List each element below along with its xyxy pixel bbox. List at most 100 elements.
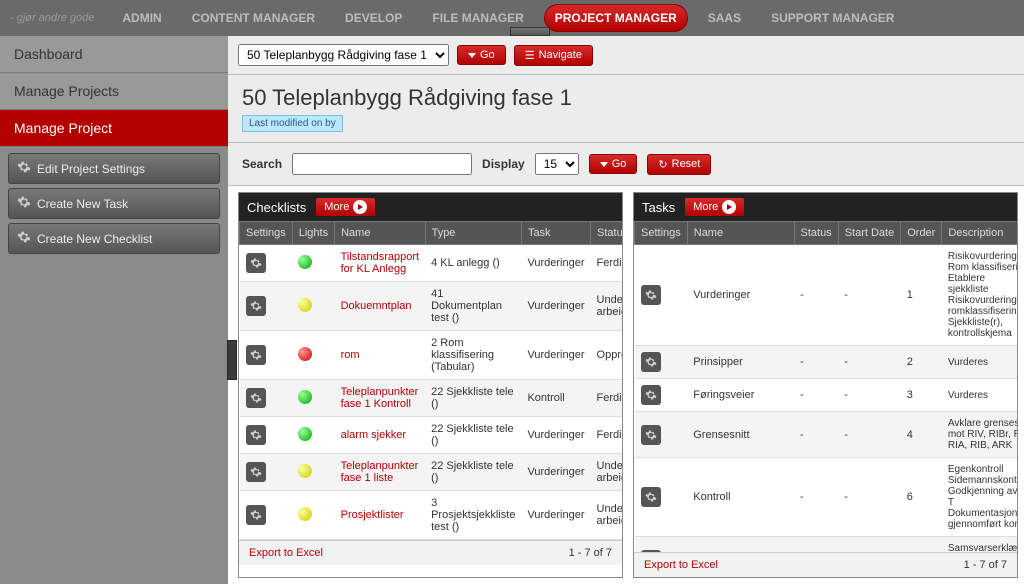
col-header[interactable]: Name: [335, 222, 425, 245]
checklist-name-link[interactable]: Dokuemntplan: [341, 300, 412, 312]
action-edit-project-settings[interactable]: Edit Project Settings: [8, 153, 220, 184]
row-settings-button[interactable]: [641, 487, 661, 507]
cell-start: -: [838, 346, 901, 379]
cell-order: 6: [901, 458, 942, 537]
cell-desc: Avklare grensesn mot RIV, RIBr, RI RIA, …: [942, 412, 1017, 458]
row-settings-button[interactable]: [246, 296, 266, 316]
row-settings-button[interactable]: [641, 385, 661, 405]
cell-status: Under arbeid: [591, 282, 622, 331]
row-settings-button[interactable]: [246, 505, 266, 525]
main-content: 50 Teleplanbygg Rådgiving fase 1 Go ☰Nav…: [228, 36, 1024, 584]
project-select[interactable]: 50 Teleplanbygg Rådgiving fase 1: [238, 44, 449, 66]
nav-content-manager[interactable]: CONTENT MANAGER: [182, 5, 325, 31]
cell-start: -: [838, 458, 901, 537]
row-settings-button[interactable]: [246, 345, 266, 365]
sidebar-item-manage-projects[interactable]: Manage Projects: [0, 73, 228, 110]
go-button[interactable]: Go: [457, 45, 506, 65]
cell-start: -: [838, 379, 901, 412]
tasks-export-link[interactable]: Export to Excel: [644, 559, 718, 571]
tasks-panel: Tasks More SettingsNameStatusStart DateO…: [633, 192, 1018, 578]
checklist-name-link[interactable]: Prosjektlister: [341, 509, 404, 521]
row-settings-button[interactable]: [246, 388, 266, 408]
cell-type: 22 Sjekkliste tele (): [425, 454, 521, 491]
nav-admin[interactable]: ADMIN: [112, 5, 171, 31]
col-header[interactable]: Settings: [635, 222, 688, 245]
cell-task: Vurderinger: [521, 417, 590, 454]
checklist-name-link[interactable]: Teleplanpunkter fase 1 liste: [341, 460, 419, 484]
col-header[interactable]: Order: [901, 222, 942, 245]
navigate-button[interactable]: ☰Navigate: [514, 45, 593, 66]
checklist-name-link[interactable]: alarm sjekker: [341, 429, 406, 441]
cell-desc: Vurderes: [942, 346, 1017, 379]
cell-status: Ferdig: [591, 417, 622, 454]
col-header[interactable]: Lights: [292, 222, 334, 245]
sidebar-item-dashboard[interactable]: Dashboard: [0, 36, 228, 73]
checklists-title: Checklists: [247, 200, 306, 215]
status-light-icon: [298, 347, 312, 361]
table-row: Kontroll--6Egenkontroll Sidemannskontro …: [635, 458, 1018, 537]
table-row: Dokuemntplan41 Dokumentplan test ()Vurde…: [240, 282, 623, 331]
checklist-name-link[interactable]: rom: [341, 349, 360, 361]
row-settings-button[interactable]: [246, 462, 266, 482]
col-header[interactable]: Type: [425, 222, 521, 245]
table-row: Prinsipper--2Vurderes: [635, 346, 1018, 379]
row-settings-button[interactable]: [246, 425, 266, 445]
arrow-right-icon: [353, 200, 367, 214]
nav-project-manager[interactable]: PROJECT MANAGER: [544, 4, 688, 32]
cell-desc: Risikovurdering Rom klassifiserin Etable…: [942, 245, 1017, 346]
col-header[interactable]: Start Date: [838, 222, 901, 245]
display-select[interactable]: 15: [535, 153, 579, 175]
sidebar-actions: Edit Project Settings Create New Task Crea…: [0, 147, 228, 260]
col-header[interactable]: Task: [521, 222, 590, 245]
search-go-button[interactable]: Go: [589, 154, 638, 174]
reset-button[interactable]: ↻Reset: [647, 154, 711, 175]
cell-status: -: [794, 245, 838, 346]
arrow-icon: [468, 53, 476, 58]
cell-order: 1: [901, 245, 942, 346]
row-settings-button[interactable]: [641, 352, 661, 372]
panel-minimize-handle[interactable]: [510, 27, 550, 36]
cell-status: Under arbeid: [591, 454, 622, 491]
cell-type: 4 KL anlegg (): [425, 245, 521, 282]
table-row: Prosjektlister 3 Prosjektsjekkliste test …: [240, 491, 623, 540]
cell-status: -: [794, 379, 838, 412]
table-row: rom 2 Rom klassifisering (Tabular)Vurderi…: [240, 331, 623, 380]
table-row: Teleplanpunkter fase 1 Kontroll22 Sjekkl…: [240, 380, 623, 417]
checklist-name-link[interactable]: Teleplanpunkter fase 1 Kontroll: [341, 386, 419, 410]
sidebar-item-manage-project[interactable]: Manage Project: [0, 110, 228, 147]
nav-develop[interactable]: DEVELOP: [335, 5, 412, 31]
col-header[interactable]: Status: [794, 222, 838, 245]
tasks-title: Tasks: [642, 200, 675, 215]
col-header[interactable]: Name: [687, 222, 794, 245]
sidebar-collapse-handle[interactable]: [227, 340, 237, 380]
row-settings-button[interactable]: [641, 285, 661, 305]
cell-type: 22 Sjekkliste tele (): [425, 417, 521, 454]
checklist-name-link[interactable]: Tilstandsrapport for KL Anlegg: [341, 251, 419, 275]
cell-order: 4: [901, 412, 942, 458]
status-light-icon: [298, 427, 312, 441]
checklists-export-link[interactable]: Export to Excel: [249, 547, 323, 559]
row-settings-button[interactable]: [641, 425, 661, 445]
cell-status: Ferdig: [591, 380, 622, 417]
tasks-more-button[interactable]: More: [685, 198, 744, 216]
cell-status: Under arbeid: [591, 491, 622, 540]
cell-type: 3 Prosjektsjekkliste test (): [425, 491, 521, 540]
table-row: alarm sjekker 22 Sjekkliste tele ()Vurder…: [240, 417, 623, 454]
action-create-new-task[interactable]: Create New Task: [8, 188, 220, 219]
row-settings-button[interactable]: [246, 253, 266, 273]
nav-support-manager[interactable]: SUPPORT MANAGER: [761, 5, 904, 31]
cell-status: Opprettet: [591, 331, 622, 380]
col-header[interactable]: Status: [591, 222, 622, 245]
status-light-icon: [298, 507, 312, 521]
checklists-table: SettingsLightsNameTypeTaskStatusCreated …: [239, 221, 622, 540]
col-header[interactable]: Description: [942, 222, 1017, 245]
search-input[interactable]: [292, 153, 472, 175]
cell-task: Vurderinger: [521, 331, 590, 380]
action-create-new-checklist[interactable]: Create New Checklist: [8, 223, 220, 254]
cell-type: 2 Rom klassifisering (Tabular): [425, 331, 521, 380]
checklists-more-button[interactable]: More: [316, 198, 375, 216]
status-light-icon: [298, 390, 312, 404]
cell-start: -: [838, 412, 901, 458]
nav-saas[interactable]: SAAS: [698, 5, 751, 31]
col-header[interactable]: Settings: [240, 222, 293, 245]
